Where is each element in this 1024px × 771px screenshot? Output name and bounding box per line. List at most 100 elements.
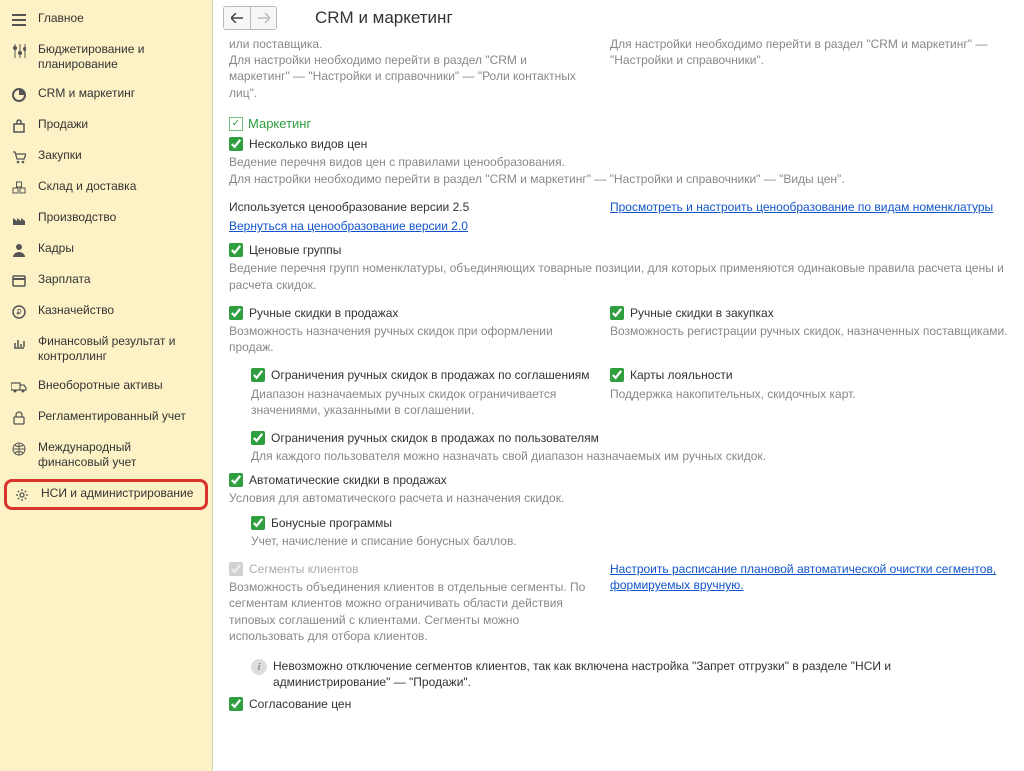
label-price-approval: Согласование цен: [249, 696, 351, 712]
sidebar-item-14[interactable]: НСИ и администрирование: [4, 479, 208, 510]
sidebar-item-label: Производство: [38, 210, 204, 225]
label-price-groups: Ценовые группы: [249, 242, 341, 258]
sidebar-item-label: Регламентированный учет: [38, 409, 204, 424]
globe-icon: [10, 441, 28, 457]
sidebar-item-13[interactable]: Международный финансовый учет: [0, 433, 212, 477]
card-icon: [10, 273, 28, 289]
label-limit-users: Ограничения ручных скидок в продажах по …: [271, 430, 599, 446]
info-icon: i: [251, 659, 267, 675]
pricing-version-text: Используется ценообразование версии 2.5: [229, 199, 590, 215]
sidebar-item-10[interactable]: Финансовый результат и контроллинг: [0, 327, 212, 371]
checkbox-manual-sales[interactable]: [229, 306, 243, 320]
forward-button[interactable]: [250, 7, 276, 29]
truck-icon: [10, 379, 28, 395]
cart-icon: [10, 149, 28, 165]
page-title: CRM и маркетинг: [315, 8, 453, 28]
sidebar-item-9[interactable]: ₽ Казначейство: [0, 296, 212, 327]
checkbox-manual-purch[interactable]: [610, 306, 624, 320]
sidebar-item-6[interactable]: Производство: [0, 203, 212, 234]
segments-link[interactable]: Настроить расписание плановой автоматиче…: [610, 562, 996, 592]
desc-limit-agreement: Диапазон назначаемых ручных скидок огран…: [251, 386, 590, 418]
checkbox-auto-discounts[interactable]: [229, 473, 243, 487]
collapse-icon: ✓: [229, 117, 243, 131]
content: или поставщика. Для настройки необходимо…: [213, 34, 1024, 771]
sidebar-item-label: НСИ и администрирование: [41, 486, 201, 501]
coin-icon: ₽: [10, 304, 28, 320]
label-multiple-prices: Несколько видов цен: [249, 136, 367, 152]
info-segments: i Невозможно отключение сегментов клиент…: [251, 658, 1010, 690]
label-bonus: Бонусные программы: [271, 515, 392, 531]
desc-loyalty: Поддержка накопительных, скидочных карт.: [610, 386, 1010, 402]
sidebar: Главное Бюджетирование и планирование CRM …: [0, 0, 213, 771]
boxes-icon: [10, 180, 28, 196]
checkbox-segments: [229, 562, 243, 576]
factory-icon: [10, 211, 28, 227]
sidebar-item-7[interactable]: Кадры: [0, 234, 212, 265]
sidebar-item-label: Продажи: [38, 117, 204, 132]
checkbox-price-approval[interactable]: [229, 697, 243, 711]
sidebar-item-0[interactable]: Главное: [0, 4, 212, 35]
sidebar-item-label: Международный финансовый учет: [38, 440, 204, 470]
pricing-right-link[interactable]: Просмотреть и настроить ценообразование …: [610, 200, 993, 214]
label-auto-discounts: Автоматические скидки в продажах: [249, 472, 447, 488]
sidebar-item-label: Склад и доставка: [38, 179, 204, 194]
sidebar-item-label: Кадры: [38, 241, 204, 256]
sidebar-item-label: Закупки: [38, 148, 204, 163]
sidebar-item-label: Бюджетирование и планирование: [38, 42, 204, 72]
lock-icon: [10, 410, 28, 426]
label-loyalty: Карты лояльности: [630, 367, 733, 383]
sidebar-item-label: Зарплата: [38, 272, 204, 287]
titlebar: CRM и маркетинг: [213, 0, 1024, 34]
sidebar-item-5[interactable]: Склад и доставка: [0, 172, 212, 203]
info-segments-text: Невозможно отключение сегментов клиентов…: [273, 658, 1010, 690]
checkbox-limit-agreement[interactable]: [251, 368, 265, 382]
main-area: CRM и маркетинг или поставщика. Для наст…: [213, 0, 1024, 771]
sidebar-item-2[interactable]: CRM и маркетинг: [0, 79, 212, 110]
checkbox-multiple-prices[interactable]: [229, 137, 243, 151]
sidebar-item-1[interactable]: Бюджетирование и планирование: [0, 35, 212, 79]
desc-manual-purch: Возможность регистрации ручных скидок, н…: [610, 323, 1010, 339]
sidebar-item-8[interactable]: Зарплата: [0, 265, 212, 296]
arrow-left-icon: [231, 13, 243, 23]
person-icon: [10, 242, 28, 258]
svg-text:₽: ₽: [16, 308, 21, 317]
desc-multiple-prices: Ведение перечня видов цен с правилами це…: [229, 154, 1010, 186]
sidebar-item-11[interactable]: Внеоборотные активы: [0, 371, 212, 402]
label-manual-sales: Ручные скидки в продажах: [249, 305, 398, 321]
checkbox-bonus[interactable]: [251, 516, 265, 530]
checkbox-loyalty[interactable]: [610, 368, 624, 382]
desc-price-groups: Ведение перечня групп номенклатуры, объе…: [229, 260, 1010, 292]
label-manual-purch: Ручные скидки в закупках: [630, 305, 774, 321]
pie-icon: [10, 87, 28, 103]
sidebar-item-12[interactable]: Регламентированный учет: [0, 402, 212, 433]
checkbox-price-groups[interactable]: [229, 243, 243, 257]
back-button[interactable]: [224, 7, 250, 29]
sidebar-item-3[interactable]: Продажи: [0, 110, 212, 141]
nav-buttons: [223, 6, 277, 30]
section-marketing[interactable]: ✓ Маркетинг: [229, 115, 1010, 133]
sidebar-item-label: Внеоборотные активы: [38, 378, 204, 393]
bag-icon: [10, 118, 28, 134]
sidebar-item-label: Казначейство: [38, 303, 204, 318]
desc-limit-users: Для каждого пользователя можно назначать…: [251, 448, 1010, 464]
label-segments: Сегменты клиентов: [249, 561, 359, 577]
sidebar-item-label: Финансовый результат и контроллинг: [38, 334, 204, 364]
desc-bonus: Учет, начисление и списание бонусных бал…: [251, 533, 1010, 549]
desc-segments: Возможность объединения клиентов в отдел…: [229, 579, 590, 644]
desc-auto-discounts: Условия для автоматического расчета и на…: [229, 490, 1010, 506]
gear-icon: [13, 487, 31, 503]
checkbox-limit-users[interactable]: [251, 431, 265, 445]
desc-manual-sales: Возможность назначения ручных скидок при…: [229, 323, 590, 355]
label-limit-agreement: Ограничения ручных скидок в продажах по …: [271, 367, 590, 383]
section-label: Маркетинг: [248, 115, 311, 133]
menu-icon: [10, 12, 28, 28]
sidebar-item-label: CRM и маркетинг: [38, 86, 204, 101]
sliders-icon: [10, 43, 28, 59]
intro-right-desc: Для настройки необходимо перейти в разде…: [610, 36, 1010, 68]
arrow-right-icon: [258, 13, 270, 23]
pricing-version-link[interactable]: Вернуться на ценообразование версии 2.0: [229, 219, 468, 233]
sidebar-item-4[interactable]: Закупки: [0, 141, 212, 172]
intro-left-desc: или поставщика. Для настройки необходимо…: [229, 36, 590, 101]
sidebar-item-label: Главное: [38, 11, 204, 26]
chart-icon: [10, 335, 28, 351]
